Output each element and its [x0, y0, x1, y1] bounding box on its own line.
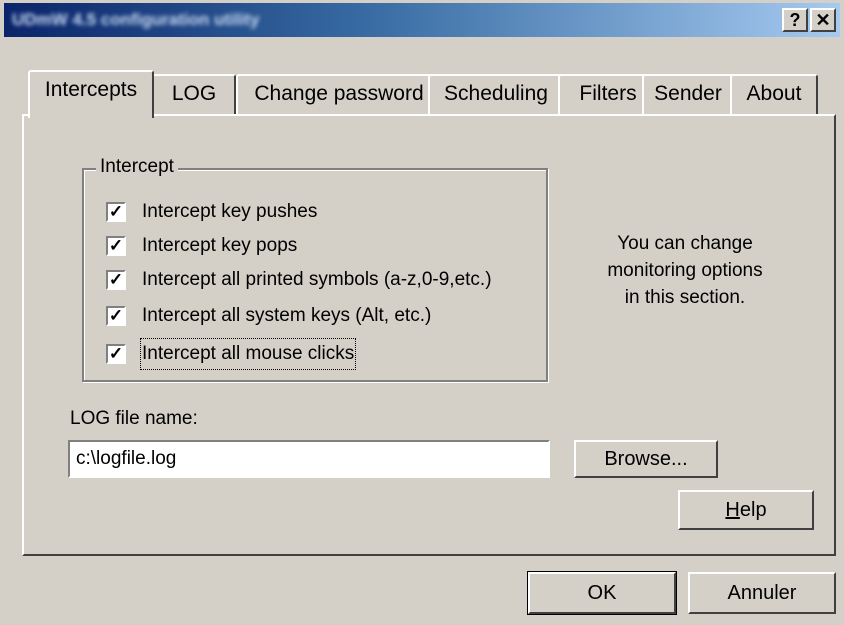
- log-file-input[interactable]: [68, 440, 550, 478]
- ok-button[interactable]: OK: [527, 571, 677, 615]
- checkbox-label: Intercept key pushes: [142, 201, 318, 222]
- help-hotkey: H: [725, 498, 740, 521]
- config-window: UDmW 4.5 configuration utility ? ✕ Inter…: [0, 0, 844, 625]
- window-title: UDmW 4.5 configuration utility: [12, 10, 260, 29]
- cancel-button[interactable]: Annuler: [688, 572, 836, 614]
- close-icon[interactable]: ✕: [810, 8, 836, 32]
- tab-intercepts[interactable]: Intercepts: [28, 70, 154, 118]
- help-icon[interactable]: ?: [782, 8, 808, 32]
- info-text: You can change monitoring options in thi…: [570, 230, 800, 311]
- browse-button[interactable]: Browse...: [574, 440, 718, 478]
- checkbox-box[interactable]: ✓: [106, 270, 126, 290]
- checkbox-box[interactable]: ✓: [106, 344, 126, 364]
- checkbox-label: Intercept all printed symbols (a-z,0-9,e…: [142, 269, 492, 290]
- checkbox-box[interactable]: ✓: [106, 306, 126, 326]
- checkbox-box[interactable]: ✓: [106, 202, 126, 222]
- help-button[interactable]: Help: [678, 490, 814, 530]
- tab-scheduling[interactable]: Scheduling: [428, 74, 564, 114]
- title-bar[interactable]: UDmW 4.5 configuration utility ? ✕: [4, 3, 840, 37]
- log-file-label: LOG file name:: [70, 408, 198, 429]
- info-line-3: in this section.: [624, 287, 746, 308]
- group-label: Intercept: [96, 156, 178, 178]
- checkbox-label: Intercept all mouse clicks: [139, 338, 357, 370]
- tab-sender[interactable]: Sender: [642, 74, 734, 114]
- tab-change-password[interactable]: Change password: [236, 74, 442, 114]
- info-line-2: monitoring options: [607, 260, 763, 281]
- checkbox-label: Intercept key pops: [142, 235, 298, 256]
- checkbox-box[interactable]: ✓: [106, 236, 126, 256]
- checkbox-label: Intercept all system keys (Alt, etc.): [142, 305, 432, 326]
- info-line-1: You can change: [617, 233, 753, 254]
- tab-about[interactable]: About: [730, 74, 818, 114]
- tab-log[interactable]: LOG: [152, 74, 236, 114]
- help-label: elp: [739, 498, 767, 521]
